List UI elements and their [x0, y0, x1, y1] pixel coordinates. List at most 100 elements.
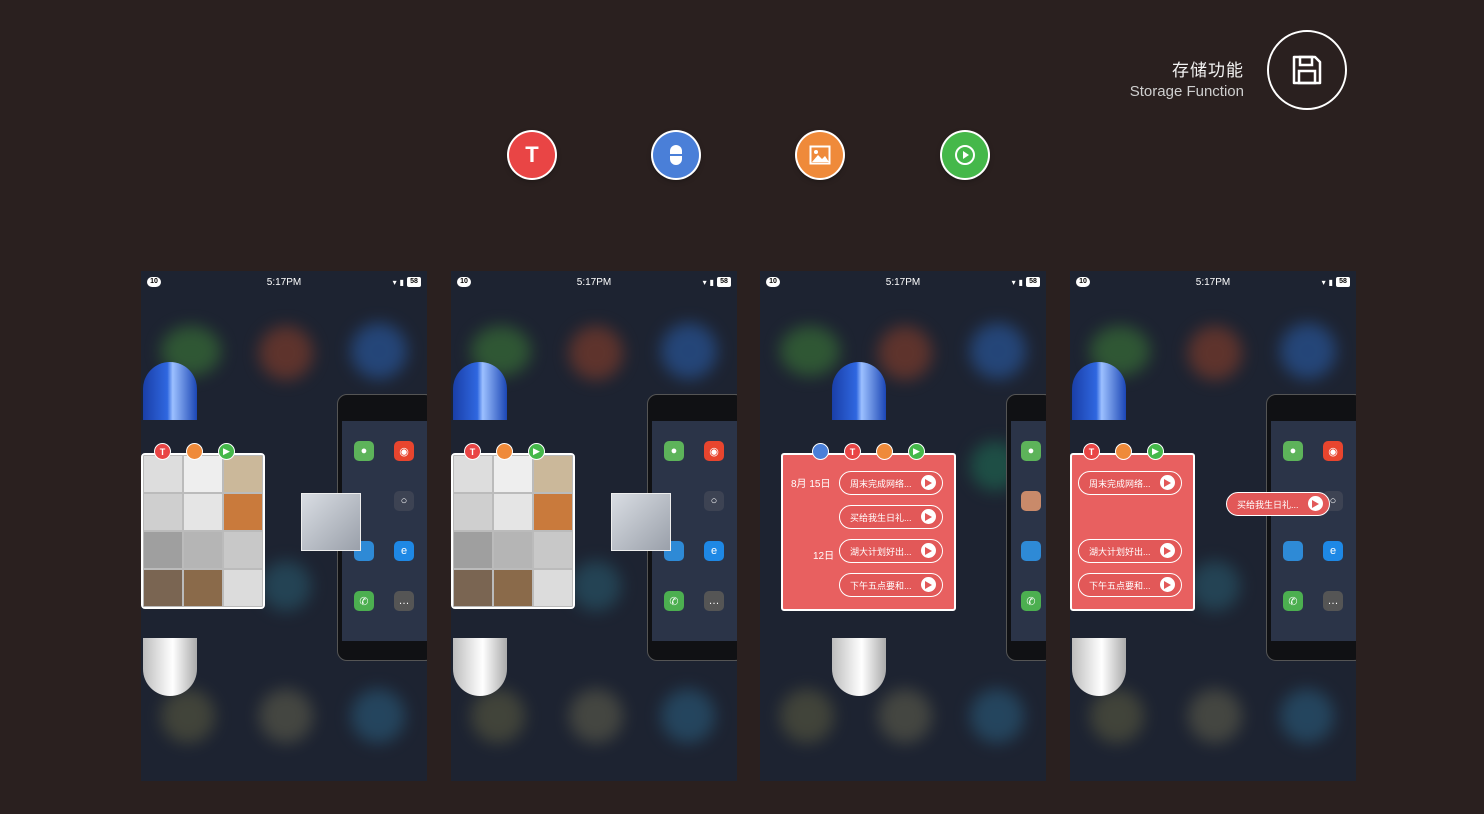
save-button[interactable] [1267, 30, 1347, 110]
note-item[interactable]: 湖大计划好出... [839, 539, 943, 563]
contact-icon[interactable] [1021, 491, 1041, 511]
battery-icon: 58 [407, 277, 421, 287]
note-text: 周末完成网络... [850, 478, 912, 489]
play-icon[interactable] [921, 543, 936, 558]
weibo-icon[interactable]: ◉ [704, 441, 724, 461]
search-icon[interactable]: ○ [704, 491, 724, 511]
status-time: 5:17PM [266, 276, 302, 288]
note-text: 下午五点要和... [850, 580, 912, 591]
text-tag-icon[interactable]: T [844, 443, 861, 460]
weibo-icon[interactable]: ◉ [394, 441, 414, 461]
dragged-photo[interactable] [301, 493, 361, 551]
note-text: 买给我生日礼... [850, 512, 912, 523]
note-item[interactable]: 湖大计划好出... [1078, 539, 1182, 563]
play-icon[interactable] [921, 577, 936, 592]
note-item[interactable]: 买给我生日礼... [839, 505, 943, 529]
note-item[interactable]: 周末完成网络... [1078, 471, 1182, 495]
phone-icon[interactable]: ✆ [664, 591, 684, 611]
photo-card[interactable] [141, 453, 265, 609]
video-tag-icon[interactable]: ▶ [218, 443, 235, 460]
signal-icon: ▮ [399, 277, 404, 287]
voice-type-button[interactable] [653, 132, 699, 178]
capsule-bottom[interactable] [1072, 638, 1126, 696]
capsule-top[interactable] [453, 362, 507, 420]
play-icon[interactable] [1308, 496, 1323, 511]
notes-card[interactable]: 8月 15日 12日 周末完成网络... 买给我生日礼... 湖大计划好出...… [781, 453, 956, 611]
phone-screen-4: 10 5:17PM ▾ ▮ 58 ● ◉ ○ e ✆ … 周末完成网络... 湖大计… [1070, 271, 1356, 781]
note-item[interactable]: 下午五点要和... [1078, 573, 1182, 597]
image-icon [809, 145, 831, 165]
play-icon [955, 145, 975, 165]
image-tag-icon[interactable] [876, 443, 893, 460]
status-time: 5:17PM [1195, 276, 1231, 288]
wifi-icon: ▾ [392, 277, 397, 287]
section-header: 存储功能 Storage Function [1130, 56, 1244, 100]
text-tag-icon[interactable]: T [1083, 443, 1100, 460]
capsule-icon [670, 145, 682, 165]
capsule-top[interactable] [832, 362, 886, 420]
message-icon[interactable]: … [394, 591, 414, 611]
note-item[interactable]: 下午五点要和... [839, 573, 943, 597]
weibo-icon[interactable]: ◉ [1323, 441, 1343, 461]
signal-icon: ▮ [1328, 277, 1333, 287]
message-icon[interactable]: … [1323, 591, 1343, 611]
battery-icon: 58 [717, 277, 731, 287]
text-tag-icon[interactable]: T [154, 443, 171, 460]
notification-badge: 10 [766, 277, 780, 287]
text-type-button[interactable]: T [509, 132, 555, 178]
phone-icon[interactable]: ✆ [354, 591, 374, 611]
capsule-top[interactable] [143, 362, 197, 420]
capsule-bottom[interactable] [832, 638, 886, 696]
image-tag-icon[interactable] [496, 443, 513, 460]
app-icon[interactable] [1021, 541, 1041, 561]
floppy-disk-icon [1292, 55, 1322, 85]
image-type-button[interactable] [797, 132, 843, 178]
note-item[interactable]: 周末完成网络... [839, 471, 943, 495]
video-tag-icon[interactable]: ▶ [528, 443, 545, 460]
notes-card[interactable]: 周末完成网络... 湖大计划好出... 下午五点要和... [1070, 453, 1195, 611]
video-type-button[interactable] [942, 132, 988, 178]
status-bar: 10 5:17PM ▾ ▮ 58 [141, 271, 427, 293]
status-bar: 10 5:17PM ▾ ▮ 58 [1070, 271, 1356, 293]
voice-tag-icon[interactable] [812, 443, 829, 460]
status-bar: 10 5:17PM ▾ ▮ 58 [760, 271, 1046, 293]
wechat-icon[interactable]: ● [354, 441, 374, 461]
wechat-icon[interactable]: ● [1283, 441, 1303, 461]
mini-phone-preview: ● ◉ ○ e ✆ … [1266, 394, 1356, 661]
browser-icon[interactable]: e [1323, 541, 1343, 561]
photo-card[interactable] [451, 453, 575, 609]
video-tag-icon[interactable]: ▶ [1147, 443, 1164, 460]
phone-icon[interactable]: ✆ [1283, 591, 1303, 611]
dragged-photo[interactable] [611, 493, 671, 551]
wechat-icon[interactable]: ● [664, 441, 684, 461]
video-tag-icon[interactable]: ▶ [908, 443, 925, 460]
message-icon[interactable]: … [704, 591, 724, 611]
search-icon[interactable]: ○ [394, 491, 414, 511]
capsule-top[interactable] [1072, 362, 1126, 420]
browser-icon[interactable]: e [394, 541, 414, 561]
play-icon[interactable] [1160, 577, 1175, 592]
status-bar: 10 5:17PM ▾ ▮ 58 [451, 271, 737, 293]
wechat-icon[interactable]: ● [1021, 441, 1041, 461]
play-icon[interactable] [1160, 543, 1175, 558]
capsule-bottom[interactable] [453, 638, 507, 696]
dragged-note-item[interactable]: 买给我生日礼... [1226, 492, 1330, 516]
wifi-icon: ▾ [702, 277, 707, 287]
note-text: 湖大计划好出... [850, 546, 912, 557]
text-tag-icon[interactable]: T [464, 443, 481, 460]
mini-phone-preview: ● ✆ [1006, 394, 1046, 661]
app-icon[interactable] [1283, 541, 1303, 561]
image-tag-icon[interactable] [186, 443, 203, 460]
phone-screen-3: 10 5:17PM ▾ ▮ 58 ● ✆ 8月 15日 12日 周末完成网络... … [760, 271, 1046, 781]
phone-icon[interactable]: ✆ [1021, 591, 1041, 611]
play-icon[interactable] [921, 475, 936, 490]
wifi-icon: ▾ [1321, 277, 1326, 287]
note-date-second: 12日 [813, 551, 835, 562]
status-time: 5:17PM [885, 276, 921, 288]
capsule-bottom[interactable] [143, 638, 197, 696]
play-icon[interactable] [921, 509, 936, 524]
image-tag-icon[interactable] [1115, 443, 1132, 460]
browser-icon[interactable]: e [704, 541, 724, 561]
play-icon[interactable] [1160, 475, 1175, 490]
notification-badge: 10 [1076, 277, 1090, 287]
